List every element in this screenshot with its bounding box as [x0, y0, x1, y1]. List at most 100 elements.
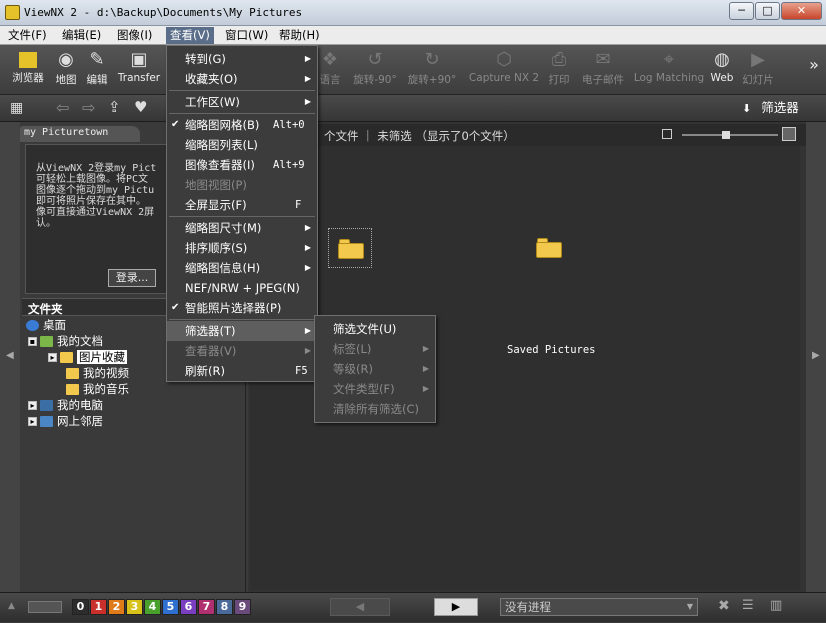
filter-menu-item[interactable]: 文件类型(F) ▶	[315, 379, 435, 399]
color-label-1[interactable]: 1	[90, 599, 107, 615]
expand-icon[interactable]: ▸	[28, 401, 37, 410]
folder-thumbnail-selected[interactable]	[328, 228, 372, 268]
thumbnail-size-slider[interactable]	[682, 131, 778, 139]
slider-handle[interactable]	[722, 131, 730, 139]
expand-icon[interactable]: ▸	[48, 353, 57, 362]
tree-item-my-computer[interactable]: ▸ 我的电脑	[28, 398, 103, 413]
rotate-right-button[interactable]: ↻ 旋转+90°	[406, 48, 458, 92]
cancel-icon[interactable]: ✖	[718, 598, 730, 614]
color-label-5[interactable]: 5	[162, 599, 179, 615]
language-button[interactable]: ❖ 语言	[318, 48, 342, 92]
view-menu-item[interactable]: 缩略图列表(L)	[167, 135, 317, 155]
print-button[interactable]: ⎙ 打印	[546, 48, 572, 92]
log-matching-button[interactable]: ⌖ Log Matching	[632, 48, 706, 92]
filter-menu-item[interactable]: 清除所有筛选(C)	[315, 399, 435, 419]
view-menu: 转到(G) ▶ 收藏夹(O) ▶ 工作区(W) ▶ ✔ 缩略图网格(B) Alt+0 缩略图列表(…	[166, 45, 318, 382]
folder-icon	[536, 238, 562, 258]
tree-item-my-pictures[interactable]: ▸ 图片收藏	[48, 350, 127, 365]
color-label-7[interactable]: 7	[198, 599, 215, 615]
large-thumb-icon[interactable]	[782, 127, 796, 141]
menu-image[interactable]: 图像(I)	[113, 27, 156, 44]
map-button[interactable]: ◉ 地图	[50, 48, 82, 92]
view-menu-item[interactable]: 地图视图(P)	[167, 175, 317, 195]
language-icon: ❖	[321, 49, 339, 70]
edit-button[interactable]: ✎ 编辑	[82, 48, 112, 92]
view-menu-item[interactable]: 查看器(V) ▶	[167, 341, 317, 361]
videos-folder-icon	[66, 368, 79, 379]
color-label-8[interactable]: 8	[216, 599, 233, 615]
promo-text: 从ViewNX 2登录my Pict 可轻松上载图像。将PC文 图像逐个拖动到m…	[36, 163, 157, 229]
filter-down-icon: ⬇	[742, 102, 752, 115]
view-menu-item[interactable]: NEF/NRW + JPEG(N)	[167, 278, 317, 298]
play-button[interactable]: ▶	[434, 598, 478, 616]
view-menu-item-label: 收藏夹(O)	[185, 72, 238, 86]
web-button[interactable]: ◍ Web	[710, 48, 734, 92]
tree-item-my-documents[interactable]: ▪ 我的文档	[28, 334, 103, 349]
list-icon[interactable]: ☰	[742, 598, 754, 613]
color-label-4[interactable]: 4	[144, 599, 161, 615]
forward-arrow-icon[interactable]: ⇨	[82, 98, 95, 117]
back-arrow-icon[interactable]: ⇦	[56, 98, 69, 117]
view-menu-item[interactable]: 排序顺序(S) ▶	[167, 238, 317, 258]
grid-view-icon[interactable]: ▦	[10, 100, 32, 116]
layout-toggle[interactable]	[28, 601, 62, 613]
tree-item-my-music[interactable]: 我的音乐	[66, 382, 129, 397]
transfer-button[interactable]: ▣ Transfer	[114, 48, 164, 92]
color-label-9[interactable]: 9	[234, 599, 251, 615]
tree-item-network[interactable]: ▸ 网上邻居	[28, 414, 103, 429]
small-thumb-icon[interactable]	[662, 129, 672, 139]
view-menu-item[interactable]: 转到(G) ▶	[167, 49, 317, 69]
view-menu-item[interactable]: 筛选器(T) ▶	[167, 321, 317, 341]
view-menu-item[interactable]: 刷新(R) F5	[167, 361, 317, 381]
picturetown-tab[interactable]: my Picturetown	[20, 126, 140, 142]
view-menu-item[interactable]: ✔ 智能照片选择器(P)	[167, 298, 317, 318]
slideshow-button[interactable]: ▶ 幻灯片	[738, 48, 778, 92]
capture-nx2-button[interactable]: ⬡ Capture NX 2	[466, 48, 542, 92]
color-label-3[interactable]: 3	[126, 599, 143, 615]
close-button[interactable]: ✕	[781, 2, 822, 20]
view-menu-item[interactable]: 收藏夹(O) ▶	[167, 69, 317, 89]
submenu-arrow-icon: ▶	[304, 346, 311, 355]
view-menu-item[interactable]: 工作区(W) ▶	[167, 92, 317, 112]
minimize-button[interactable]: ─	[729, 2, 754, 20]
rotate-left-button[interactable]: ↺ 旋转-90°	[350, 48, 400, 92]
color-label-2[interactable]: 2	[108, 599, 125, 615]
menu-view[interactable]: 查看(V)	[166, 27, 214, 44]
login-button[interactable]: 登录...	[108, 269, 156, 287]
folder-thumbnail[interactable]	[532, 228, 576, 268]
panel-toggle-icon[interactable]: ▲	[8, 601, 15, 611]
collapse-right-icon[interactable]: ▶	[812, 350, 820, 361]
menu-window[interactable]: 窗口(W)	[221, 27, 272, 44]
collapse-left-icon[interactable]: ◀	[6, 350, 14, 361]
browser-button[interactable]: 浏览器	[8, 48, 48, 92]
filter-menu-item[interactable]: 等级(R) ▶	[315, 359, 435, 379]
filter-menu-item[interactable]: 筛选文件(U)	[315, 319, 435, 339]
prev-button[interactable]: ◀	[330, 598, 390, 616]
maximize-button[interactable]: □	[755, 2, 780, 20]
menu-edit[interactable]: 编辑(E)	[58, 27, 105, 44]
shortcut-label: Alt+0	[273, 119, 305, 131]
view-menu-item[interactable]: 缩略图信息(H) ▶	[167, 258, 317, 278]
more-tools-icon[interactable]: »	[806, 55, 822, 99]
filter-toggle-button[interactable]: ⬇ 筛选器	[738, 97, 820, 119]
tree-item-desktop[interactable]: 桌面	[26, 318, 66, 333]
view-menu-item[interactable]: ✔ 缩略图网格(B) Alt+0	[167, 115, 317, 135]
menu-help[interactable]: 帮助(H)	[275, 27, 324, 44]
menu-file[interactable]: 文件(F)	[4, 27, 51, 44]
expand-icon[interactable]: ▸	[28, 417, 37, 426]
email-button[interactable]: ✉ 电子邮件	[578, 48, 628, 92]
favorite-folder-icon[interactable]: ♥	[134, 98, 147, 116]
trash-icon[interactable]: ▥	[770, 598, 782, 613]
tree-item-my-videos[interactable]: 我的视频	[66, 366, 129, 381]
up-folder-icon[interactable]: ⇪	[108, 98, 121, 116]
color-label-0[interactable]: 0	[72, 599, 89, 615]
left-collapse-strip[interactable]: ◀	[0, 122, 20, 592]
view-menu-item[interactable]: 全屏显示(F) F	[167, 195, 317, 215]
view-menu-item[interactable]: 图像查看器(I) Alt+9	[167, 155, 317, 175]
progress-select[interactable]: 没有进程 ▼	[500, 598, 698, 616]
collapse-icon[interactable]: ▪	[28, 337, 37, 346]
view-menu-item[interactable]: 缩略图尺寸(M) ▶	[167, 218, 317, 238]
color-label-6[interactable]: 6	[180, 599, 197, 615]
filter-menu-item[interactable]: 标签(L) ▶	[315, 339, 435, 359]
right-collapse-strip[interactable]: ▶	[806, 122, 826, 592]
